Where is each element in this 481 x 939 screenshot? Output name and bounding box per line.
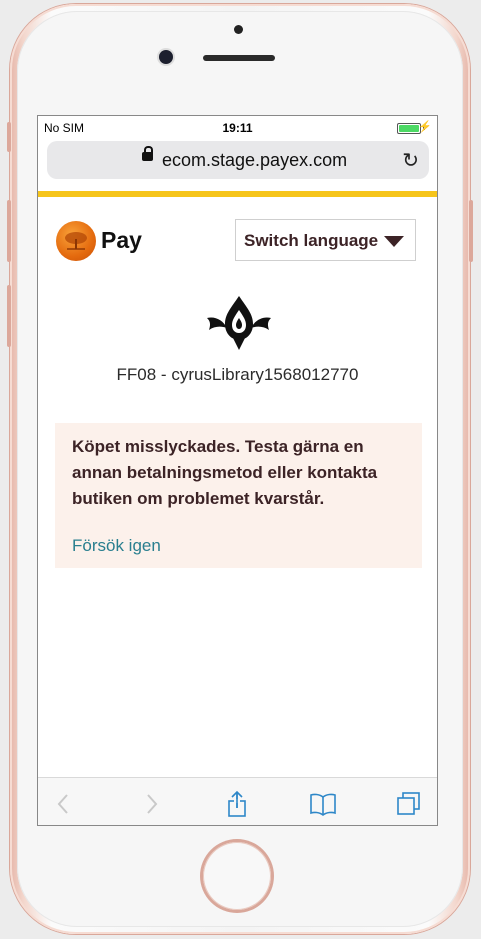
caret-down-icon [384,236,404,247]
front-camera [159,50,173,64]
share-icon[interactable] [223,790,251,818]
forward-icon[interactable] [137,790,165,818]
browser-toolbar [38,777,437,825]
screen: No SIM 19:11 ⚡ ecom.stage.payex.com ↻ Pa… [37,115,438,826]
volume-up-button [7,200,11,262]
clock: 19:11 [222,121,253,135]
reload-icon[interactable]: ↻ [402,148,419,173]
proximity-sensor [234,25,243,34]
merchant-logo-icon [207,296,271,350]
status-bar: No SIM 19:11 ⚡ [38,116,437,138]
error-message: Köpet misslyckades. Testa gärna en annan… [72,437,378,508]
switch-language-button[interactable]: Switch language [235,219,416,261]
home-button[interactable] [203,842,271,910]
retry-link[interactable]: Försök igen [72,536,161,556]
volume-down-button [7,285,11,347]
power-button [469,200,473,262]
lock-icon [142,146,153,161]
error-alert: Köpet misslyckades. Testa gärna en annan… [55,423,422,568]
bookmarks-icon[interactable] [309,790,337,818]
back-icon[interactable] [50,790,78,818]
mute-switch [7,122,11,152]
payex-logo [56,221,96,261]
battery-fill [399,125,419,132]
switch-language-label: Switch language [244,231,379,250]
merchant-name: FF08 - cyrusLibrary1568012770 [116,365,359,384]
earpiece-speaker [203,55,275,61]
charging-icon: ⚡ [418,121,432,133]
tabs-icon[interactable] [395,790,423,818]
accent-strip [38,191,437,197]
address-bar[interactable]: ecom.stage.payex.com ↻ [47,141,429,179]
url-text: ecom.stage.payex.com [162,150,348,170]
brand-name: Pay [101,227,142,253]
tree-icon [65,232,87,250]
